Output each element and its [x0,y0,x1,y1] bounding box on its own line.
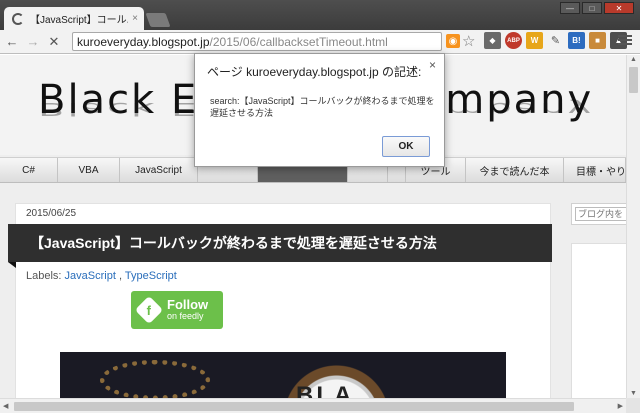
scroll-right-icon[interactable]: ▶ [618,402,623,410]
post-labels: Labels: JavaScript , TypeScript [26,270,177,282]
watch-chain [100,360,210,398]
labels-prefix: Labels: [26,270,62,282]
close-window-button[interactable]: ✕ [604,2,634,14]
follow-main-label: Follow [167,297,209,313]
box-extension-icon[interactable]: ■ [589,32,606,49]
label-link-typescript[interactable]: TypeScript [125,270,177,282]
labels-separator: , [118,270,123,282]
scroll-up-icon[interactable]: ▲ [630,56,637,63]
feedly-icon: f [134,295,164,325]
adblock-extension-icon[interactable]: ABP [505,32,522,49]
scrollbar-corner [626,398,640,413]
post-title[interactable]: 【JavaScript】コールバックが終わるまで処理を遅延させる方法 [30,233,437,253]
post-image-watch: BLA [60,352,506,398]
tab-close-icon[interactable]: × [132,13,138,24]
sidebar-panel [571,243,626,398]
menu-icon[interactable] [618,33,632,47]
scroll-down-icon[interactable]: ▼ [630,390,637,397]
loading-icon [12,12,24,25]
hatena-extension-icon[interactable]: B! [568,32,585,49]
follow-sub-label: on feedly [167,311,204,322]
new-tab-button[interactable] [145,13,171,27]
bookmark-star-icon[interactable]: ☆ [462,32,475,50]
maximize-button[interactable]: □ [582,2,602,14]
forward-icon[interactable]: → [24,33,42,51]
horizontal-scrollbar[interactable]: ◀ ▶ [0,398,626,413]
extension-icons: ◆ ABP W ✎ B! ■ ▲ [484,32,627,49]
ok-button[interactable]: OK [382,136,430,157]
horizontal-scroll-thumb[interactable] [14,402,574,411]
watch-face-text: BLA [296,382,355,398]
minimize-button[interactable]: — [560,2,580,14]
dialog-title: ページ kuroeveryday.blogspot.jp の記述: [207,65,422,79]
nav-item-goals[interactable]: 目標・やり [564,158,626,182]
ribbon-fold [8,262,16,268]
post-container: 2015/06/25 【JavaScript】コールバックが終わるまで処理を遅延… [8,203,552,398]
alert-dialog: ページ kuroeveryday.blogspot.jp の記述: × sear… [194,53,445,167]
nav-item-books[interactable]: 今まで読んだ本 [466,158,564,182]
w-extension-icon[interactable]: W [526,32,543,49]
dialog-close-icon[interactable]: × [429,58,436,72]
follow-text: Follow on feedly [167,298,208,321]
dialog-message: search:【JavaScript】コールバックが終わるまで処理を遅延させる方… [210,96,435,118]
stop-icon[interactable]: ✕ [45,33,63,51]
sidebar [571,203,626,398]
url-host: kuroeveryday.blogspot.jp [77,34,210,49]
label-link-javascript[interactable]: JavaScript [65,270,116,282]
pen-extension-icon[interactable]: ✎ [547,32,564,49]
nav-item-javascript[interactable]: JavaScript [120,158,198,182]
window-controls: — □ ✕ [560,2,634,14]
post-title-bar: 【JavaScript】コールバックが終わるまで処理を遅延させる方法 [8,224,552,262]
tab-title: 【JavaScript】コールバ [30,15,129,26]
back-icon[interactable]: ← [3,33,21,51]
browser-tab[interactable]: 【JavaScript】コールバ × [4,7,144,30]
vertical-scrollbar[interactable]: ▲ ▼ [626,55,640,398]
title-bar: 【JavaScript】コールバ × — □ ✕ [0,0,640,30]
tag-extension-icon[interactable]: ◆ [484,32,501,49]
blog-search-input[interactable] [575,207,626,221]
url-path: /2015/06/callbacksetTimeout.html [209,34,388,49]
nav-item-csharp[interactable]: C# [0,158,58,182]
vertical-scroll-thumb[interactable] [629,67,638,93]
nav-item-vba[interactable]: VBA [58,158,120,182]
rss-icon[interactable]: ◉ [446,34,460,48]
address-bar[interactable]: kuroeveryday.blogspot.jp/2015/06/callbac… [72,32,442,51]
follow-feedly-button[interactable]: f Follow on feedly [131,291,223,329]
blog-search-box [571,203,626,225]
scroll-left-icon[interactable]: ◀ [3,402,8,410]
post-date: 2015/06/25 [26,208,77,219]
